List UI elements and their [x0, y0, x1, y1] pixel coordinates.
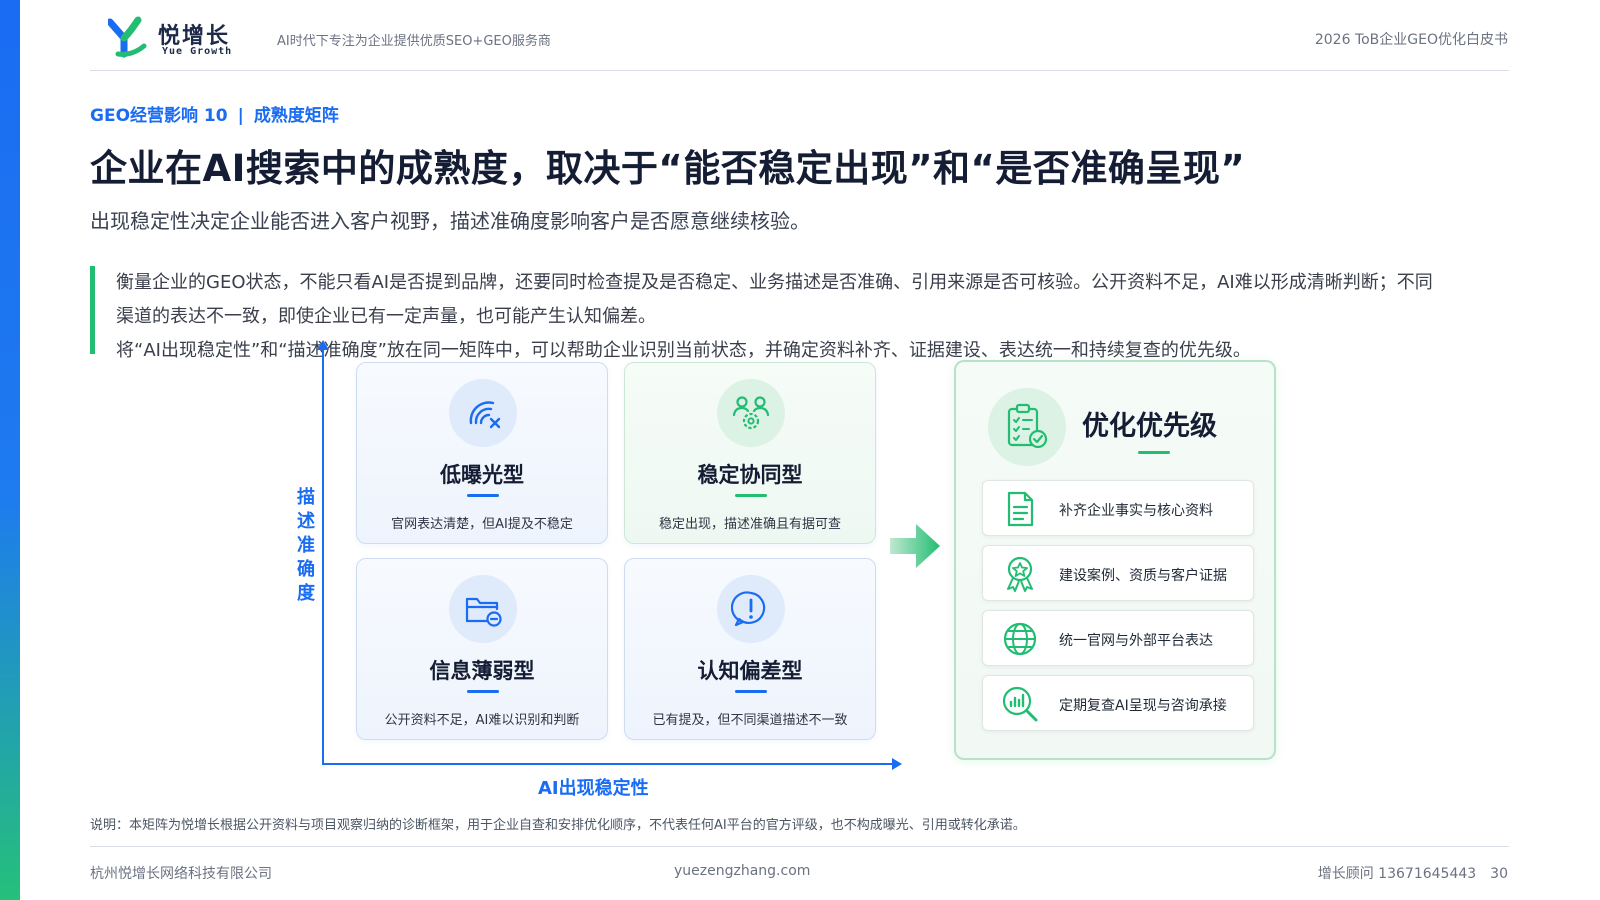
x-axis-line	[322, 763, 896, 765]
quadrant-card-stable-synergy: 稳定协同型 稳定出现，描述准确且有据可查	[624, 362, 876, 544]
left-accent-stripe	[0, 0, 20, 900]
footnote: 说明：本矩阵为悦增长根据公开资料与项目观察归纳的诊断框架，用于企业自查和安排优化…	[90, 818, 1026, 833]
priority-panel: 优化优先级 补齐企业事实与核心资料 建设案例、资质与客户证据 统一官网与外部平台…	[954, 360, 1276, 760]
quadrant-icon-circle	[717, 575, 785, 643]
header-divider	[90, 70, 1509, 71]
quadrant-title: 认知偏差型	[697, 659, 803, 683]
priority-item-label: 建设案例、资质与客户证据	[1059, 568, 1227, 584]
signal-off-icon	[469, 401, 501, 429]
globe-icon	[1003, 622, 1037, 656]
quadrant-description: 公开资料不足，AI难以识别和判断	[384, 713, 580, 728]
footer-company: 杭州悦增长网络科技有限公司	[90, 866, 272, 882]
folder-minus-icon	[465, 597, 502, 627]
logo-mark-icon	[108, 16, 147, 58]
header-tagline: AI时代下专注为企业提供优质SEO+GEO服务商	[277, 34, 551, 49]
footer-divider	[90, 846, 1509, 847]
checklist-icon	[1007, 403, 1048, 449]
priority-title-underline	[1138, 451, 1170, 454]
quadrant-title: 信息薄弱型	[429, 659, 535, 683]
priority-item: 定期复查AI呈现与咨询承接	[982, 675, 1254, 731]
footer-website: yuezengzhang.com	[674, 863, 811, 879]
section-number: GEO经营影响 10	[90, 106, 228, 126]
quadrant-title-underline	[735, 690, 767, 693]
footer-contact-phone: 增长顾问 13671645443	[1317, 866, 1477, 882]
y-axis-arrow	[317, 340, 329, 350]
priority-icon-circle	[988, 388, 1066, 466]
intro-paragraph: 衡量企业的GEO状态，不能只看AI是否提到品牌，还要同时检查提及是否稳定、业务描…	[116, 266, 1446, 368]
priority-item-label: 定期复查AI呈现与咨询承接	[1059, 698, 1227, 714]
quadrant-description: 官网表达清楚，但AI提及不稳定	[391, 517, 573, 532]
quadrant-icon-circle	[717, 379, 785, 447]
quadrant-title-underline	[467, 494, 499, 497]
quadrant-card-low-exposure: 低曝光型 官网表达清楚，但AI提及不稳定	[356, 362, 608, 544]
quadrant-icon-circle	[449, 379, 517, 447]
quadrant-title: 稳定协同型	[697, 463, 803, 487]
priority-item: 统一官网与外部平台表达	[982, 610, 1254, 666]
intro-paragraph-1: 衡量企业的GEO状态，不能只看AI是否提到品牌，还要同时检查提及是否稳定、业务描…	[116, 272, 1433, 327]
section-tag: GEO经营影响 10 | 成熟度矩阵	[90, 101, 339, 126]
page-title: 企业在AI搜索中的成熟度，取决于“能否稳定出现”和“是否准确呈现”	[90, 147, 1246, 190]
chart-search-icon	[1002, 686, 1038, 722]
quadrant-title: 低曝光型	[440, 463, 524, 487]
y-axis-line	[322, 348, 324, 765]
y-axis-label: 描述准确度	[297, 487, 315, 604]
footer-contact: 增长顾问 13671645443 30	[1318, 863, 1508, 883]
quadrant-title-underline	[735, 494, 767, 497]
priority-item: 补齐企业事实与核心资料	[982, 480, 1254, 536]
quadrant-icon-circle	[449, 575, 517, 643]
alert-icon	[731, 591, 766, 627]
quote-accent-bar	[90, 266, 95, 354]
logo-english-name: Yue Growth	[162, 46, 233, 57]
quadrant-card-weak-info: 信息薄弱型 公开资料不足，AI难以识别和判断	[356, 558, 608, 740]
section-separator: |	[237, 106, 244, 126]
priority-title: 优化优先级	[1082, 411, 1217, 442]
priority-item: 建设案例、资质与客户证据	[982, 545, 1254, 601]
quadrant-description: 已有提及，但不同渠道描述不一致	[652, 713, 848, 728]
x-axis-label: AI出现稳定性	[538, 778, 649, 799]
arrow-right-icon	[890, 524, 940, 568]
document-icon	[1007, 491, 1034, 527]
priority-item-label: 统一官网与外部平台表达	[1059, 633, 1213, 649]
award-icon	[1007, 556, 1033, 592]
company-logo: 悦增长 Yue Growth	[108, 16, 248, 60]
section-topic: 成熟度矩阵	[253, 106, 339, 126]
page-number: 30	[1490, 866, 1508, 882]
quadrant-card-cognitive-bias: 认知偏差型 已有提及，但不同渠道描述不一致	[624, 558, 876, 740]
quadrant-title-underline	[467, 690, 499, 693]
quadrant-description: 稳定出现，描述准确且有据可查	[658, 517, 841, 532]
priority-item-label: 补齐企业事实与核心资料	[1059, 503, 1213, 519]
document-title: 2026 ToB企业GEO优化白皮书	[1314, 32, 1508, 48]
x-axis-arrow	[892, 758, 902, 770]
team-gear-icon	[732, 396, 770, 430]
page-subtitle: 出现稳定性决定企业能否进入客户视野，描述准确度影响客户是否愿意继续核验。	[90, 209, 810, 233]
